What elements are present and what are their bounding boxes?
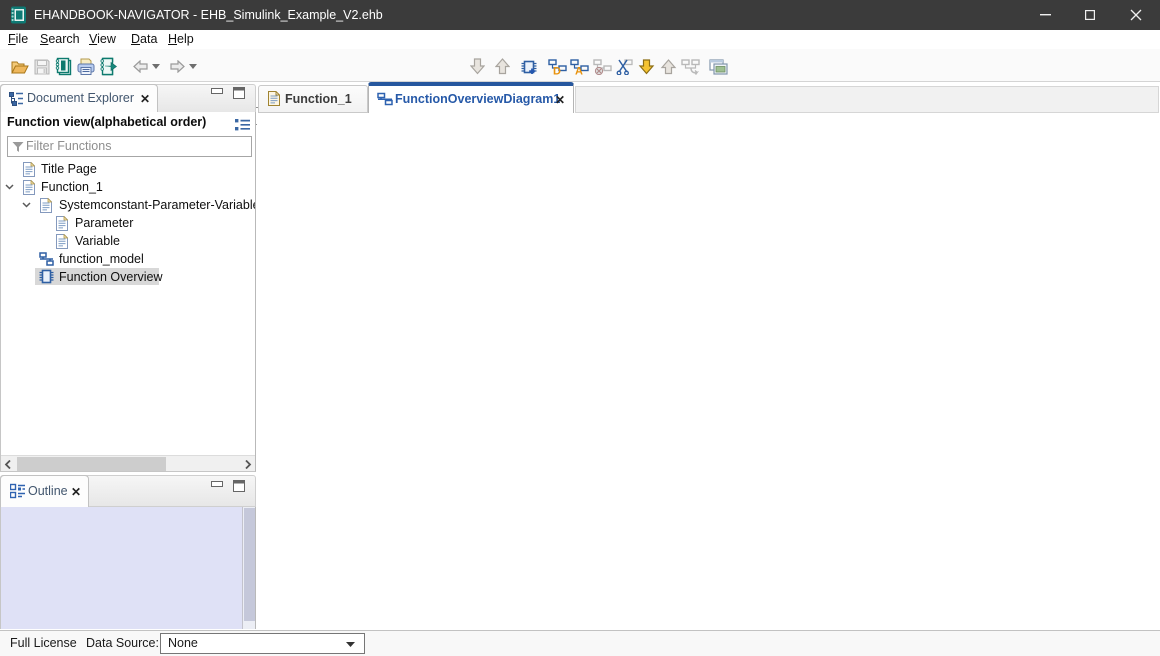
svg-text:A: A [575,66,583,76]
svg-text:D: D [553,66,561,76]
